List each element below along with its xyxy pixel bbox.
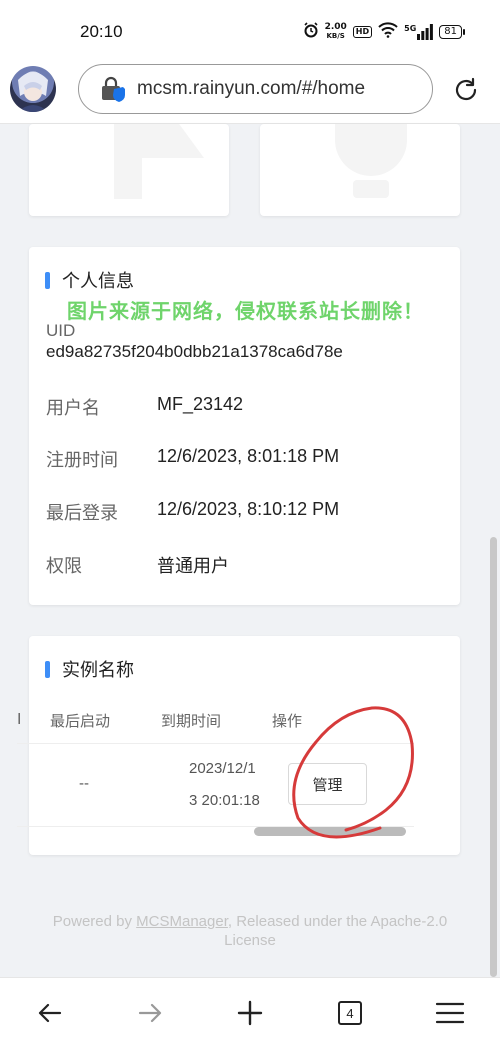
footer-license: License	[224, 932, 276, 949]
manage-button[interactable]: 管理	[288, 763, 367, 805]
horizontal-scrollbar[interactable]	[254, 827, 406, 836]
address-bar[interactable]: mcsm.rainyun.com/#/home	[78, 64, 433, 114]
permission-label: 权限	[46, 556, 82, 577]
uid-label: UID	[46, 321, 76, 340]
card-title: 实例名称	[45, 656, 134, 682]
permission-value: 普通用户	[157, 556, 229, 576]
signal-label: 5G	[404, 23, 417, 33]
battery-indicator: 81	[439, 24, 465, 39]
username-label: 用户名	[46, 398, 100, 419]
net-speed-unit: KB/S	[326, 31, 345, 40]
menu-icon[interactable]	[435, 998, 465, 1028]
lock-icon[interactable]	[99, 75, 127, 103]
last-login-value: 12/6/2023, 8:10:12 PM	[157, 499, 340, 519]
card-title: 个人信息	[45, 267, 134, 293]
header-last-start: 最后启动	[50, 712, 111, 730]
vertical-scrollbar[interactable]	[490, 537, 497, 977]
username-value: MF_23142	[157, 394, 244, 414]
browser-bottom-nav: 4	[0, 977, 500, 1049]
register-time-value: 12/6/2023, 8:01:18 PM	[157, 446, 340, 466]
header-actions: 操作	[272, 712, 303, 730]
alarm-icon	[303, 22, 319, 41]
footer-suffix: , Released under the Apache-2.0	[227, 913, 448, 930]
title-accent-bar	[45, 660, 50, 678]
expire-cell-line1: 2023/12/1	[189, 760, 256, 777]
browser-toolbar: mcsm.rainyun.com/#/home	[0, 62, 500, 124]
avatar[interactable]	[10, 66, 56, 112]
watermark-text: 图片来源于网络，侵权联系站长删除！	[67, 299, 424, 323]
flag-icon	[114, 124, 142, 199]
mcsmanager-link[interactable]: MCSManager	[136, 913, 228, 930]
flag-shape	[142, 124, 204, 158]
footer: Powered by MCSManager, Released under th…	[20, 912, 480, 950]
bulb-base	[353, 180, 389, 198]
status-time: 20:10	[80, 22, 123, 41]
signal-icon: 5G	[404, 23, 434, 40]
title-accent-bar	[45, 271, 50, 289]
uid-value: ed9a82735f204b0dbb21a1378ca6d78e	[46, 342, 343, 361]
register-time-label: 注册时间	[46, 450, 118, 471]
bulb-icon	[335, 124, 407, 176]
net-speed: 2.00 KB/S	[324, 21, 347, 41]
instances-table-header: Ⅰ 最后启动 到期时间 操作	[17, 708, 414, 744]
wifi-icon	[378, 22, 398, 41]
status-bar: 20:10 2.00 KB/S HD 5G 81	[0, 0, 500, 62]
net-speed-value: 2.00	[324, 21, 347, 32]
back-icon[interactable]	[35, 998, 65, 1028]
footer-prefix: Powered by	[52, 913, 137, 930]
tabs-icon[interactable]: 4	[335, 998, 365, 1028]
hd-badge: HD	[352, 25, 373, 38]
forward-icon[interactable]	[135, 998, 165, 1028]
last-login-label: 最后登录	[46, 503, 118, 524]
quick-card-1[interactable]	[29, 124, 229, 216]
header-cut-off: Ⅰ	[17, 710, 22, 728]
new-tab-icon[interactable]	[235, 998, 265, 1028]
status-icons: 2.00 KB/S HD 5G 81	[303, 21, 465, 41]
header-expire-time: 到期时间	[161, 712, 222, 730]
quick-card-2[interactable]	[260, 124, 460, 216]
tab-count: 4	[338, 1001, 362, 1025]
table-row: -- 2023/12/1 3 20:01:18 管理	[17, 745, 414, 827]
info-card-title: 个人信息	[62, 271, 134, 292]
expire-cell-line2: 3 20:01:18	[189, 792, 260, 809]
last-start-cell: --	[79, 775, 89, 792]
instances-card-title: 实例名称	[62, 660, 134, 681]
reload-icon[interactable]	[450, 74, 482, 106]
url-text[interactable]: mcsm.rainyun.com/#/home	[137, 78, 365, 100]
